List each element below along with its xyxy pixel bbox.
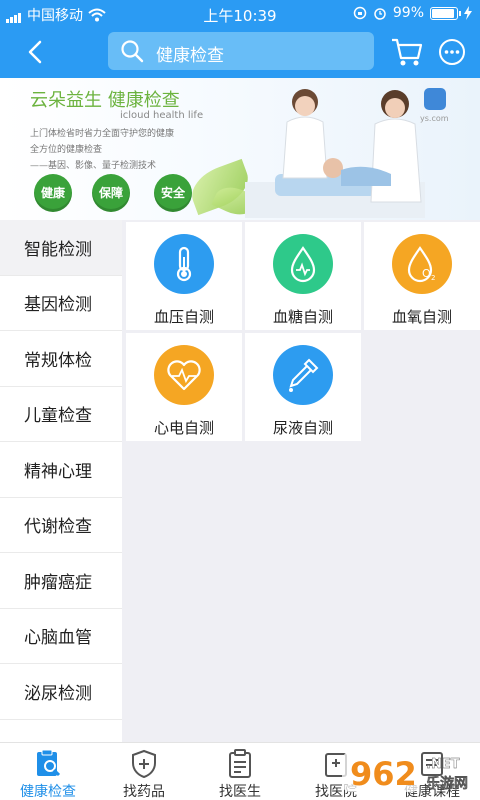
banner-subtitle: icloud health life (120, 110, 204, 121)
more-options-icon[interactable] (438, 38, 466, 66)
grid-item-blood-pressure[interactable]: 血压自测 (126, 222, 242, 330)
alarm-icon (374, 8, 386, 20)
top-nav-bar: 健康检查 (0, 28, 480, 78)
thermometer-icon (154, 234, 214, 294)
search-input[interactable]: 健康检查 (108, 32, 374, 70)
sidebar-item-urology[interactable]: 泌尿检测 (0, 664, 122, 720)
grid-item-label: 血压自测 (153, 308, 214, 326)
sidebar-item-child-check[interactable]: 儿童检查 (0, 386, 122, 442)
banner-badge-guarantee: 保障 (92, 174, 130, 212)
status-bar: 中国移动 上午10:39 99% (0, 0, 480, 28)
shopping-cart-icon[interactable] (390, 36, 424, 68)
banner-badge-safety: 安全 (154, 174, 192, 212)
search-icon (121, 40, 144, 63)
oxygen-drop-icon: O2 (392, 234, 452, 294)
clipboard-search-icon (37, 749, 61, 777)
tab-find-doctor[interactable]: 找医生 (192, 743, 288, 800)
banner-title: 云朵益生 健康检查 (30, 90, 180, 111)
banner-badge-health: 健康 (34, 174, 72, 212)
dropper-icon (273, 345, 333, 405)
watermark-sub: 乐游网 (426, 775, 468, 792)
blood-drop-icon (273, 234, 333, 294)
category-sidebar: 智能检测 基因检测 常规体检 儿童检查 精神心理 代谢检查 肿瘤癌症 心脑血管 … (0, 220, 122, 742)
grid-item-label: 血糖自测 (272, 308, 333, 326)
banner-line-1: 上门体检省时省力全面守护您的健康 (30, 129, 175, 139)
grid-item-blood-oxygen[interactable]: O2 血氧自测 (364, 222, 480, 330)
tab-health-check[interactable]: 健康检查 (0, 743, 96, 800)
grid-item-blood-sugar[interactable]: 血糖自测 (245, 222, 361, 330)
sidebar-item-cardio[interactable]: 心脑血管 (0, 608, 122, 664)
brand-logo (424, 88, 446, 110)
svg-text:2: 2 (431, 274, 435, 282)
watermark: 962 .NET 乐游网 (340, 748, 480, 796)
sidebar-item-tumor[interactable]: 肿瘤癌症 (0, 553, 122, 609)
sidebar-item-metabolic[interactable]: 代谢检查 (0, 497, 122, 553)
rotation-lock-icon (353, 6, 367, 20)
tab-label: 找医生 (219, 784, 261, 800)
battery-icon (430, 6, 461, 20)
svg-text:.NET: .NET (426, 757, 460, 772)
grid-item-label: 血氧自测 (391, 308, 452, 326)
watermark-number: 962 (350, 755, 417, 793)
banner-line-3: ——基因、影像、量子检测技术 (30, 161, 157, 171)
grid-item-urine[interactable]: 尿液自测 (245, 333, 361, 441)
tab-find-medicine[interactable]: 找药品 (96, 743, 192, 800)
heartbeat-icon (154, 345, 214, 405)
charging-icon (464, 6, 472, 20)
sidebar-item-routine-checkup[interactable]: 常规体检 (0, 331, 122, 387)
grid-item-label: 尿液自测 (272, 419, 333, 437)
banner-line-2: 全方位的健康检查 (30, 145, 103, 155)
search-text: 健康检查 (156, 46, 224, 66)
shield-plus-icon (132, 749, 156, 779)
clipboard-list-icon (229, 749, 251, 778)
battery-percent: 99% (392, 5, 424, 21)
svg-text:O: O (422, 267, 431, 280)
back-arrow-icon[interactable] (22, 38, 50, 66)
sidebar-item-gene-test[interactable]: 基因检测 (0, 275, 122, 331)
sidebar-item-mental[interactable]: 精神心理 (0, 442, 122, 498)
promo-banner[interactable]: 云朵益生 健康检查 icloud health life 上门体检省时省力全面守… (0, 78, 480, 220)
tab-label: 健康检查 (20, 784, 76, 800)
banner-site-text: ys.com (420, 114, 449, 123)
tab-label: 找药品 (123, 784, 165, 800)
banner-photo-doctors (245, 89, 425, 218)
sidebar-item-smart-test[interactable]: 智能检测 (0, 220, 122, 276)
grid-item-label: 心电自测 (153, 419, 214, 437)
grid-item-ecg[interactable]: 心电自测 (126, 333, 242, 441)
